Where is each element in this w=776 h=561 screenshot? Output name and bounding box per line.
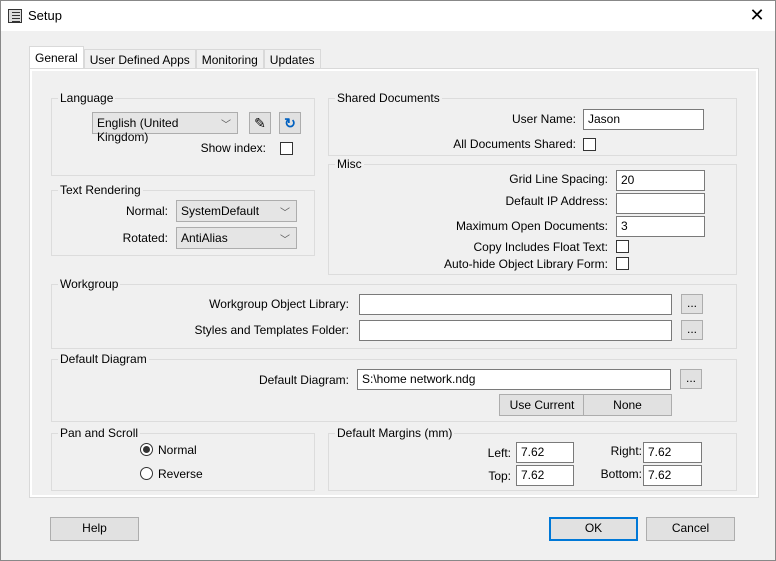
rotated-rendering-value: AntiAlias — [181, 231, 228, 245]
normal-rendering-value: SystemDefault — [181, 204, 260, 218]
ok-button[interactable]: OK — [549, 517, 638, 541]
window-title: Setup — [28, 8, 62, 23]
styles-folder-input[interactable] — [359, 320, 672, 341]
workgroup-library-input[interactable] — [359, 294, 672, 315]
normal-label: Normal: — [125, 204, 168, 218]
text-rendering-group: Text Rendering Normal: SystemDefault ﹀ Ro… — [51, 183, 315, 256]
show-index-checkbox[interactable] — [280, 142, 293, 155]
tab-user-defined-apps[interactable]: User Defined Apps — [83, 49, 196, 70]
language-group: Language English (United Kingdom) ﹀ ✎ ↻ S… — [51, 91, 315, 176]
top-margin-label: Top: — [488, 469, 511, 483]
refresh-language-button[interactable]: ↻ — [279, 112, 301, 134]
misc-group: Misc Grid Line Spacing: 20 Default IP Ad… — [328, 157, 737, 275]
grid-line-spacing-label: Grid Line Spacing: — [509, 172, 608, 186]
chevron-down-icon: ﹀ — [280, 235, 290, 246]
auto-hide-label: Auto-hide Object Library Form: — [443, 257, 608, 271]
chevron-down-icon: ﹀ — [280, 208, 290, 219]
cancel-button[interactable]: Cancel — [646, 517, 735, 541]
default-diagram-group: Default Diagram Default Diagram: S:\home… — [51, 352, 737, 422]
right-margin-label: Right: — [610, 444, 642, 458]
workgroup-library-label: Workgroup Object Library: — [209, 297, 349, 311]
browse-styles-button[interactable]: ... — [681, 320, 703, 340]
right-margin-input[interactable]: 7.62 — [643, 442, 702, 463]
use-current-button[interactable]: Use Current — [499, 394, 585, 416]
workgroup-group: Workgroup Workgroup Object Library: ... … — [51, 277, 737, 349]
none-button[interactable]: None — [583, 394, 672, 416]
tab-general[interactable]: General — [29, 46, 84, 70]
bottom-margin-label: Bottom: — [600, 467, 642, 481]
default-diagram-title: Default Diagram — [58, 352, 149, 366]
styles-folder-label: Styles and Templates Folder: — [194, 323, 349, 337]
default-margins-title: Default Margins (mm) — [335, 426, 455, 440]
copy-float-text-checkbox[interactable] — [616, 240, 629, 253]
shared-documents-group: Shared Documents User Name: Jason All Do… — [328, 91, 737, 156]
workgroup-title: Workgroup — [58, 277, 121, 291]
normal-radio-label: Normal — [158, 443, 197, 457]
help-button[interactable]: Help — [50, 517, 139, 541]
pan-scroll-title: Pan and Scroll — [58, 426, 141, 440]
language-group-title: Language — [58, 91, 116, 105]
bottom-margin-input[interactable]: 7.62 — [643, 465, 702, 486]
grid-line-spacing-input[interactable]: 20 — [616, 170, 705, 191]
rotated-label: Rotated: — [122, 231, 168, 245]
pencil-icon: ✎ — [254, 115, 266, 131]
auto-hide-checkbox[interactable] — [616, 257, 629, 270]
chevron-down-icon: ﹀ — [221, 120, 231, 131]
reverse-radio-label: Reverse — [158, 467, 203, 481]
default-ip-input[interactable] — [616, 193, 705, 214]
default-diagram-label: Default Diagram: — [258, 373, 349, 387]
tab-bar: General User Defined Apps Monitoring Upd… — [29, 46, 321, 70]
language-selected: English (United Kingdom) — [97, 116, 179, 144]
user-name-label: User Name: — [511, 112, 576, 126]
default-ip-label: Default IP Address: — [505, 194, 608, 208]
default-diagram-input[interactable]: S:\home network.ndg — [357, 369, 671, 390]
default-margins-group: Default Margins (mm) Left: 7.62 Right: 7… — [328, 426, 737, 491]
misc-title: Misc — [335, 157, 364, 171]
top-margin-input[interactable]: 7.62 — [516, 465, 574, 486]
all-documents-shared-checkbox[interactable] — [583, 138, 596, 151]
tab-updates[interactable]: Updates — [263, 49, 321, 70]
normal-radio[interactable] — [140, 443, 153, 456]
setup-dialog: Setup ✕ General User Defined Apps Monito… — [0, 0, 776, 561]
pan-scroll-group: Pan and Scroll Normal Reverse — [51, 426, 315, 491]
show-index-label: Show index: — [200, 141, 266, 155]
user-name-input[interactable]: Jason — [583, 109, 704, 130]
rotated-rendering-select[interactable]: AntiAlias ﹀ — [176, 227, 297, 249]
browse-library-button[interactable]: ... — [681, 294, 703, 314]
title-bar: Setup ✕ — [1, 1, 775, 31]
refresh-icon: ↻ — [284, 115, 296, 131]
left-margin-label: Left: — [487, 446, 511, 460]
reverse-radio[interactable] — [140, 467, 153, 480]
language-select[interactable]: English (United Kingdom) ﹀ — [92, 112, 238, 144]
normal-rendering-select[interactable]: SystemDefault ﹀ — [176, 200, 297, 222]
browse-diagram-button[interactable]: ... — [680, 369, 702, 389]
max-open-docs-label: Maximum Open Documents: — [455, 219, 608, 233]
max-open-docs-input[interactable]: 3 — [616, 216, 705, 237]
edit-language-button[interactable]: ✎ — [249, 112, 271, 134]
tab-monitoring[interactable]: Monitoring — [195, 49, 264, 70]
shared-documents-title: Shared Documents — [335, 91, 442, 105]
copy-float-text-label: Copy Includes Float Text: — [473, 240, 608, 254]
general-panel: Language English (United Kingdom) ﹀ ✎ ↻ S… — [29, 68, 759, 498]
all-documents-shared-label: All Documents Shared: — [453, 137, 576, 151]
text-rendering-title: Text Rendering — [58, 183, 143, 197]
app-icon — [8, 9, 22, 23]
left-margin-input[interactable]: 7.62 — [516, 442, 574, 463]
close-icon[interactable]: ✕ — [747, 5, 767, 25]
